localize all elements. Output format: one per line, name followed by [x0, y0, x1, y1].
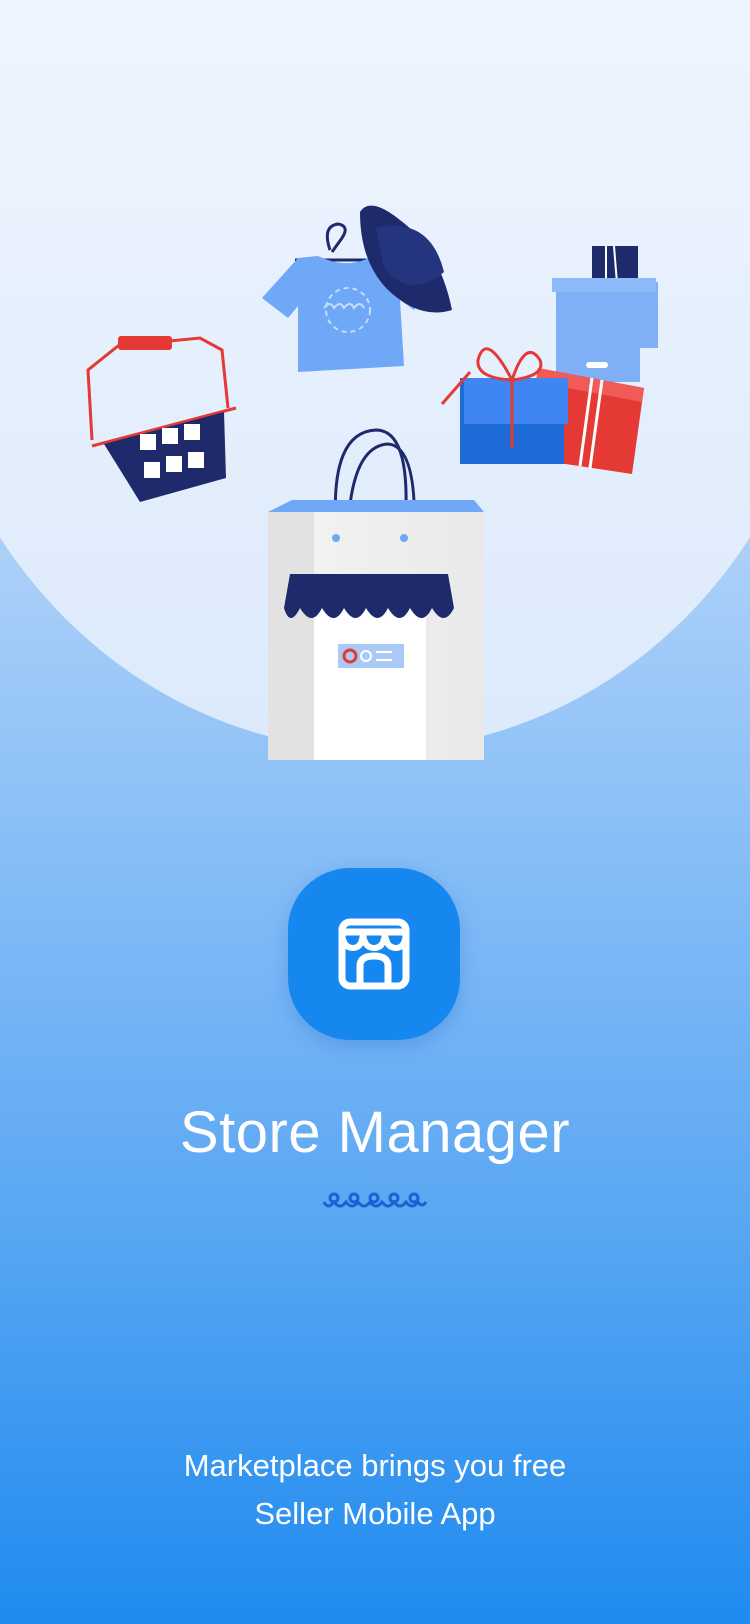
app-icon [288, 868, 460, 1040]
wave-ornament-icon [322, 1192, 428, 1208]
tagline-line-1: Marketplace brings you free [183, 1448, 567, 1483]
app-title: Store Manager [179, 1100, 571, 1165]
hero-illustration [0, 0, 750, 760]
tagline: Marketplace brings you free Seller Mobil… [0, 1442, 750, 1538]
tagline-line-2: Seller Mobile App [254, 1496, 496, 1531]
storefront-icon [338, 918, 410, 990]
hero-svg [0, 0, 750, 760]
